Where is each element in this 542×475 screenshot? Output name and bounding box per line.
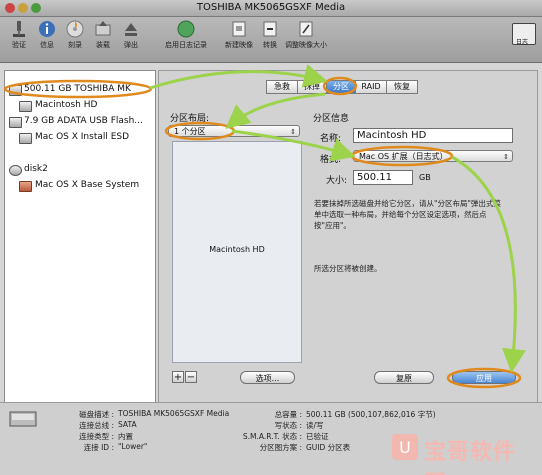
name-field[interactable]: Macintosh HD — [353, 128, 513, 143]
toolbar: 验证 信息 刻录 装载 弹出 启用日志记录 新建映像 转换 调整映像大小 日志 — [0, 17, 542, 63]
partition-info-title: 分区信息 — [313, 114, 350, 124]
add-partition-button[interactable]: + — [172, 371, 184, 383]
hdd-icon — [9, 85, 22, 96]
connection-bus-value: SATA — [118, 420, 137, 429]
sidebar-item-install-esd[interactable]: Mac OS X Install ESD — [35, 132, 129, 142]
new-image-icon — [232, 21, 246, 37]
tab-raid[interactable]: RAID — [355, 80, 387, 94]
burn-icon — [66, 20, 84, 38]
info-button[interactable]: 信息 — [34, 19, 60, 50]
disk-utility-window: TOSHIBA MK5065GSXF Media 验证 信息 刻录 装载 弹出 … — [0, 0, 542, 475]
log-button[interactable]: 日志 — [512, 23, 536, 46]
sidebar-item-macintosh-hd[interactable]: Macintosh HD — [35, 100, 97, 110]
partition-layout-map[interactable]: Macintosh HD — [172, 141, 302, 363]
mount-button[interactable]: 装载 — [90, 19, 116, 50]
mount-icon — [95, 21, 111, 36]
size-unit: GB — [419, 173, 431, 182]
tab-erase[interactable]: 抹掉 — [297, 80, 327, 94]
partition-status-text: 所选分区将被创建。 — [314, 264, 382, 273]
journal-icon — [177, 20, 195, 38]
partition-layout-label: 分区布局: — [170, 114, 210, 124]
name-label: 名称: — [320, 134, 342, 144]
verify-button[interactable]: 验证 — [6, 19, 32, 50]
sidebar-item-base-system[interactable]: Mac OS X Base System — [35, 180, 139, 190]
window-title: TOSHIBA MK5065GSXF Media — [196, 2, 346, 13]
microscope-icon — [13, 21, 25, 37]
connection-type-value: 内置 — [118, 432, 133, 441]
sidebar-item-disk2[interactable]: disk2 — [24, 164, 48, 174]
volume-icon — [19, 133, 32, 144]
eject-icon — [125, 23, 137, 36]
chevron-updown-icon: ⇕ — [290, 128, 296, 136]
revert-button[interactable]: 复原 — [374, 371, 434, 384]
format-popup[interactable]: Mac OS 扩展（日志式） ⇕ — [353, 150, 513, 162]
title-bar: TOSHIBA MK5065GSXF Media — [0, 0, 542, 17]
convert-button[interactable]: 转换 — [258, 19, 282, 50]
tab-first-aid[interactable]: 急救 — [266, 80, 298, 94]
partition-layout-popup[interactable]: 1 个分区 ⇕ — [168, 125, 300, 137]
sidebar-item-toshiba[interactable]: 500.11 GB TOSHIBA MK — [24, 84, 131, 94]
format-label: 格式: — [320, 155, 342, 165]
watermark-logo-icon: U — [392, 434, 418, 460]
smart-status-value: 已验证 — [306, 432, 329, 441]
new-image-button[interactable]: 新建映像 — [224, 19, 254, 50]
partition-description: 若要抹掉所选磁盘并给它分区，请从"分区布局"弹出式菜 单中选取一种布局，并给每个… — [314, 199, 501, 230]
write-status-value: 读/写 — [306, 421, 324, 430]
tab-restore[interactable]: 恢复 — [386, 80, 418, 94]
apply-button[interactable]: 应用 — [452, 371, 516, 384]
disk-description-value: TOSHIBA MK5065GSXF Media — [118, 409, 230, 418]
watermark: U 宝哥软件园 — [384, 430, 534, 475]
burn-button[interactable]: 刻录 — [62, 19, 88, 50]
options-button[interactable]: 选项... — [240, 371, 295, 384]
size-field[interactable]: 500.11 — [353, 170, 413, 185]
connection-id-value: "Lower" — [118, 442, 148, 451]
tab-partition[interactable]: 分区 — [326, 80, 356, 94]
partition-map-label: Macintosh HD — [209, 245, 265, 254]
disk-sidebar: 500.11 GB TOSHIBA MK Macintosh HD 7.9 GB… — [4, 70, 156, 404]
resize-image-button[interactable]: 调整映像大小 — [284, 19, 328, 50]
hdd-icon — [9, 411, 37, 427]
sidebar-item-adata-usb[interactable]: 7.9 GB ADATA USB Flash... — [24, 116, 143, 126]
volume-icon — [19, 181, 32, 192]
resize-image-icon — [299, 21, 313, 37]
convert-icon — [263, 21, 277, 37]
disk-image-icon — [9, 165, 22, 176]
partition-scheme-value: GUID 分区表 — [306, 443, 351, 452]
size-label: 大小: — [326, 176, 348, 186]
total-capacity-value: 500.11 GB (500,107,862,016 字节) — [306, 410, 436, 419]
chevron-updown-icon: ⇕ — [503, 153, 509, 161]
svg-text:U: U — [399, 438, 411, 457]
enable-journaling-button[interactable]: 启用日志记录 — [164, 19, 208, 50]
info-icon — [39, 21, 55, 37]
remove-partition-button[interactable]: − — [185, 371, 197, 383]
eject-button[interactable]: 弹出 — [118, 19, 144, 50]
volume-icon — [19, 101, 32, 112]
usb-drive-icon — [9, 117, 22, 128]
